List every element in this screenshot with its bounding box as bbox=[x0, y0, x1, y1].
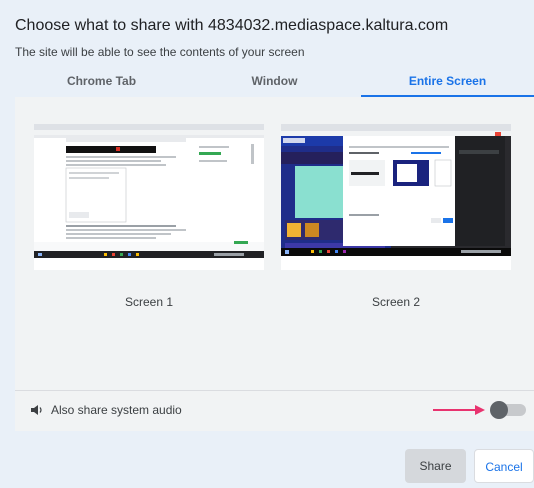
tab-window[interactable]: Window bbox=[188, 67, 361, 97]
screen-1-thumbnail bbox=[34, 124, 264, 270]
screen-2-thumbnail bbox=[281, 124, 511, 270]
screen-2-option[interactable] bbox=[281, 124, 511, 270]
screen-picker-panel: Screen 1 Screen 2 bbox=[15, 97, 534, 431]
system-audio-label: Also share system audio bbox=[51, 403, 182, 417]
source-tabs: Chrome Tab Window Entire Screen bbox=[15, 67, 534, 97]
speaker-icon bbox=[31, 405, 42, 415]
screen-1-label: Screen 1 bbox=[124, 295, 174, 309]
tab-entire-screen[interactable]: Entire Screen bbox=[361, 67, 534, 97]
cancel-button[interactable]: Cancel bbox=[474, 449, 534, 483]
toggle-knob bbox=[490, 401, 508, 419]
share-screen-dialog: Choose what to share with 4834032.medias… bbox=[0, 0, 534, 488]
system-audio-toggle[interactable] bbox=[490, 401, 526, 419]
screen-1-option[interactable] bbox=[34, 124, 264, 270]
screen-2-label: Screen 2 bbox=[371, 295, 421, 309]
share-button[interactable]: Share bbox=[405, 449, 466, 483]
dialog-subtitle: The site will be able to see the content… bbox=[15, 45, 305, 59]
dialog-title: Choose what to share with 4834032.medias… bbox=[15, 17, 449, 34]
tab-chrome-tab[interactable]: Chrome Tab bbox=[15, 67, 188, 97]
arrow-annotation-icon bbox=[433, 405, 485, 415]
system-audio-row: Also share system audio bbox=[15, 390, 534, 431]
